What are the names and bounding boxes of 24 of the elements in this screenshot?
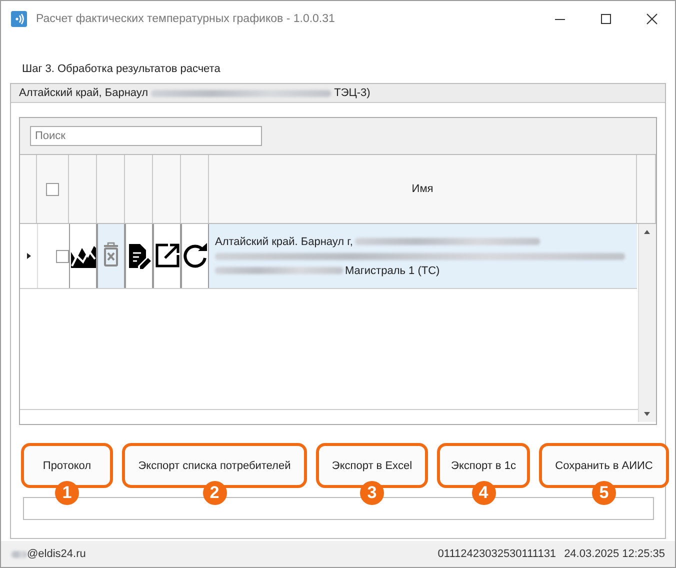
search-field[interactable]: Поиск xyxy=(30,126,262,146)
close-icon xyxy=(646,13,658,25)
blurred-text xyxy=(11,550,27,558)
maximize-icon xyxy=(600,13,612,25)
checkbox[interactable] xyxy=(56,250,69,262)
row-name: Алтайский край. Барнаул г, xyxy=(215,236,353,248)
scroll-down-icon xyxy=(644,412,650,416)
external-link-icon xyxy=(154,242,180,270)
current-row-icon xyxy=(26,253,30,259)
row-name: Магистраль 1 (ТС) xyxy=(345,264,440,276)
user-email: @eldis24.ru xyxy=(27,548,86,560)
column-header: Имя xyxy=(209,155,637,223)
refresh-icon xyxy=(182,242,208,270)
step-title: Шаг 3. Обработка результатов расчета xyxy=(22,63,222,77)
header-text: ТЭЦ-3) xyxy=(334,87,370,99)
checkbox[interactable] xyxy=(46,182,59,196)
app-icon xyxy=(11,11,27,27)
header-text: Алтайский край, Барнаул xyxy=(19,87,148,99)
scroll-up-icon xyxy=(644,230,650,234)
document-edit-icon xyxy=(126,242,152,270)
date-time: 24.03.2025 12:25:35 xyxy=(564,548,665,560)
window-title: Расчет фактических температурных графиков - 1.0.0.31 xyxy=(36,13,336,25)
scrollbar[interactable] xyxy=(638,224,656,422)
record-code: 01112423032530111131 xyxy=(438,548,556,560)
